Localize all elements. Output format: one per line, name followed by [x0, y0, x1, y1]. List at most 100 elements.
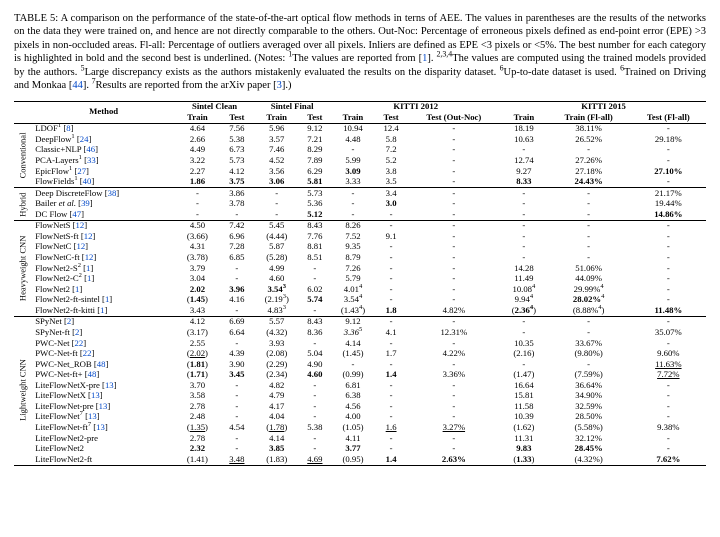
method-cell: FlowNetS [12] [32, 220, 175, 231]
value-cell: 3.0 [376, 199, 407, 210]
value-cell: 4.00 [330, 412, 375, 423]
value-cell: - [631, 412, 706, 423]
value-cell: - [631, 401, 706, 412]
value-cell: - [547, 253, 631, 264]
value-cell: 9.35 [330, 242, 375, 253]
value-cell: - [631, 242, 706, 253]
value-cell: - [407, 231, 502, 242]
value-cell: - [299, 401, 330, 412]
value-cell: 38.11% [547, 123, 631, 134]
value-cell: 12.4 [376, 123, 407, 134]
value-cell: - [501, 231, 546, 242]
value-cell: 7.26 [330, 263, 375, 274]
value-cell: - [376, 444, 407, 455]
value-cell: 7.56 [220, 123, 254, 134]
table-row: FlowNet2-ft-kitti [1]3.43-4.833-(1.434)1… [14, 305, 706, 316]
value-cell: 2.27 [175, 166, 220, 177]
value-cell: 4.11 [330, 433, 375, 444]
value-cell: - [407, 284, 502, 295]
value-cell: - [376, 391, 407, 402]
value-cell: - [501, 316, 546, 327]
value-cell: 4.17 [254, 401, 299, 412]
method-cell: PWC-Net [22] [32, 338, 175, 349]
value-cell: 3.43 [175, 305, 220, 316]
value-cell: (8.88%4) [547, 305, 631, 316]
col-sintel-final: Sintel Final [254, 101, 330, 112]
table-row: LiteFlowNet-ft7 [13](1.35)4.54(1.78)5.38… [14, 423, 706, 434]
value-cell: 15.81 [501, 391, 546, 402]
method-cell: LiteFlowNet2-ft [32, 454, 175, 465]
table-row: PWC-Net-ft+ [48](1.71)3.45(2.34)4.60(0.9… [14, 370, 706, 381]
value-cell: (1.41) [175, 454, 220, 465]
value-cell: 21.17% [631, 188, 706, 199]
method-cell: PCA-Layers1 [33] [32, 155, 175, 166]
value-cell: (4.32%) [547, 454, 631, 465]
results-table: Method Sintel Clean Sintel Final KITTI 2… [14, 101, 706, 466]
value-cell: - [330, 359, 375, 370]
value-cell: - [376, 316, 407, 327]
value-cell: 8.51 [299, 253, 330, 264]
value-cell: 8.43 [299, 316, 330, 327]
value-cell: 4.50 [175, 220, 220, 231]
value-cell: (5.58%) [547, 423, 631, 434]
value-cell: 4.12 [220, 166, 254, 177]
value-cell: - [501, 242, 546, 253]
value-cell: 14.28 [501, 263, 546, 274]
value-cell: 6.73 [220, 145, 254, 156]
table-row: PCA-Layers1 [33]3.225.734.527.895.995.2-… [14, 155, 706, 166]
value-cell: - [631, 231, 706, 242]
value-cell: 2.78 [175, 433, 220, 444]
value-cell: 8.26 [330, 220, 375, 231]
method-cell: DeepFlow1 [24] [32, 134, 175, 145]
col-train: Train [330, 112, 375, 123]
table-row: PWC-Net-ft [22](2.02)4.39(2.08)5.04(1.45… [14, 349, 706, 360]
value-cell: (4.32) [254, 327, 299, 338]
value-cell: 2.32 [175, 444, 220, 455]
method-cell: Bailer et al. [39] [32, 199, 175, 210]
value-cell: - [330, 209, 375, 220]
value-cell: (2.02) [175, 349, 220, 360]
value-cell: 1.6 [376, 423, 407, 434]
value-cell: 34.90% [547, 391, 631, 402]
value-cell: - [299, 380, 330, 391]
value-cell: 6.96 [220, 231, 254, 242]
value-cell: 3.85 [254, 444, 299, 455]
col-trainfl: Train (Fl-all) [547, 112, 631, 123]
value-cell: - [547, 220, 631, 231]
table-row: FlowNetC [12]4.317.285.878.819.35----- [14, 242, 706, 253]
value-cell: (1.45) [330, 349, 375, 360]
value-cell: 5.2 [376, 155, 407, 166]
value-cell: 4.64 [175, 123, 220, 134]
value-cell: (1.47) [501, 370, 546, 381]
value-cell: - [220, 391, 254, 402]
value-cell: - [407, 209, 502, 220]
value-cell: 8.36 [299, 327, 330, 338]
value-cell: 4.99 [254, 263, 299, 274]
value-cell: - [220, 412, 254, 423]
value-cell: 4.60 [254, 274, 299, 285]
value-cell: 7.2 [376, 145, 407, 156]
value-cell: 1.7 [376, 349, 407, 360]
method-cell: FlowNetC [12] [32, 242, 175, 253]
value-cell: 10.63 [501, 134, 546, 145]
value-cell: 32.12% [547, 433, 631, 444]
value-cell: - [501, 145, 546, 156]
value-cell: - [631, 380, 706, 391]
value-cell: - [407, 444, 502, 455]
value-cell: 3.544 [330, 295, 375, 306]
value-cell: 3.58 [175, 391, 220, 402]
value-cell: 5.38 [299, 423, 330, 434]
value-cell: - [631, 123, 706, 134]
method-cell: LiteFlowNet7 [13] [32, 412, 175, 423]
value-cell: 3.27% [407, 423, 502, 434]
method-cell: LiteFlowNet2 [32, 444, 175, 455]
value-cell: - [376, 274, 407, 285]
value-cell: - [299, 274, 330, 285]
value-cell: 8.81 [299, 242, 330, 253]
col-test: Test [299, 112, 330, 123]
method-cell: DC Flow [47] [32, 209, 175, 220]
value-cell: 9.60% [631, 349, 706, 360]
value-cell: - [175, 199, 220, 210]
value-cell: - [376, 380, 407, 391]
value-cell: (1.35) [175, 423, 220, 434]
